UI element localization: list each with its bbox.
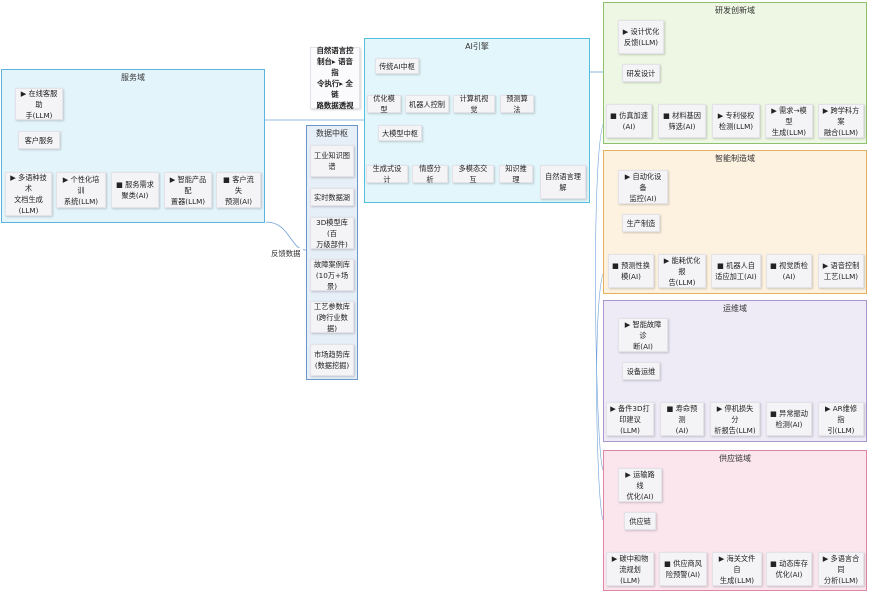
engine-large-item-1[interactable]: 情感分析: [412, 164, 448, 184]
customer-service-node[interactable]: 客户服务: [18, 131, 60, 149]
rd-top-node[interactable]: ▶ 设计优化 反馈(LLM): [618, 20, 664, 54]
ops-leaf-2[interactable]: ▶ 停机损失分 析报告(LLM): [710, 402, 760, 436]
feedback-line: [265, 221, 307, 251]
data-hub-item-3[interactable]: 故障案例库 (10万+场景): [310, 259, 354, 291]
ops-leaf-1[interactable]: ■ 寿命预测 (AI): [660, 402, 704, 436]
feedback-data-label: 反馈数据: [269, 248, 303, 259]
mfg-leaf-1[interactable]: ▶ 能耗优化报 告(LLM): [658, 254, 706, 288]
rd-leaf-2[interactable]: ▶ 专利侵权 检测(LLM): [712, 104, 760, 138]
engine-large-item-2[interactable]: 多模态交互: [452, 164, 494, 184]
ops-top-node[interactable]: ▶ 智能故障诊 断(AI): [618, 318, 668, 352]
supply-leaf-4[interactable]: ▶ 多语言合同 分析(LLM): [818, 552, 864, 586]
mfg-leaf-0[interactable]: ■ 预测性换 模(AI): [608, 254, 654, 288]
ops-domain-title: 运维域: [723, 304, 747, 313]
rd-leaf-0[interactable]: ■ 仿真加速 (AI): [606, 104, 652, 138]
engine-trad-item-2[interactable]: 计算机视觉: [453, 94, 495, 114]
ai-engine-title: AI引擎: [465, 42, 489, 51]
data-hub-item-2[interactable]: 3D模型库(百 万级部件): [310, 217, 354, 249]
supply-mid-node[interactable]: 供应链: [624, 512, 656, 530]
supply-leaf-3[interactable]: ■ 动态库存 优化(AI): [766, 552, 812, 586]
service-leaf-3[interactable]: ▶ 智能产品配 置器(LLM): [164, 172, 212, 208]
engine-large-item-0[interactable]: 生成式设计: [366, 164, 408, 184]
online-cs-assistant-node[interactable]: ▶ 在线客服助 手(LLM): [15, 88, 63, 120]
ops-leaf-3[interactable]: ■ 异常振动 检测(AI): [766, 402, 812, 436]
mfg-domain-title: 智能制造域: [715, 154, 755, 163]
rd-leaf-1[interactable]: ■ 材料基因 筛选(AI): [658, 104, 706, 138]
engine-large-item-3[interactable]: 知识推理: [499, 164, 533, 184]
supply-top-node[interactable]: ▶ 运输路线 优化(AI): [618, 468, 662, 502]
data-hub-item-0[interactable]: 工业知识图 谱: [310, 145, 354, 177]
service-domain-title: 服务域: [121, 73, 145, 82]
service-leaf-4[interactable]: ■ 客户流失 预测(AI): [216, 172, 261, 208]
console-banner: 自然语言控 制台▸ 语音指 令执行▸ 全链 路数据透视: [310, 46, 360, 110]
supply-leaf-1[interactable]: ■ 供应商风 险预警(AI): [659, 552, 707, 586]
mfg-leaf-3[interactable]: ■ 视觉质检 (AI): [766, 254, 812, 288]
rd-leaf-3[interactable]: ▶ 需求→模型 生成(LLM): [765, 104, 813, 138]
supply-domain-title: 供应链域: [719, 454, 751, 463]
rd-leaf-4[interactable]: ▶ 跨学科方案 融合(LLM): [818, 104, 864, 138]
large-model-hub-node[interactable]: 大模型中枢: [378, 125, 422, 141]
mfg-mid-node[interactable]: 生产制造: [622, 214, 660, 232]
data-hub-item-4[interactable]: 工艺参数库 (跨行业数据): [310, 301, 354, 333]
data-hub-title: 数据中枢: [316, 129, 348, 138]
engine-trad-item-3[interactable]: 预测算法: [500, 94, 534, 114]
engine-trad-item-0[interactable]: 优化模型: [367, 94, 401, 114]
engine-large-item-4[interactable]: 自然语言理 解: [540, 165, 586, 199]
ops-mid-node[interactable]: 设备运维: [622, 362, 660, 380]
data-hub-item-1[interactable]: 实时数据湖: [310, 188, 354, 206]
data-hub-item-5[interactable]: 市场趋势库 (数据挖掘): [310, 344, 354, 376]
traditional-ai-hub-node[interactable]: 传统AI中枢: [375, 58, 419, 74]
ops-leaf-0[interactable]: ▶ 备件3D打 印建议(LLM): [606, 402, 654, 436]
rd-mid-node[interactable]: 研发设计: [622, 64, 660, 82]
service-leaf-2[interactable]: ■ 服务需求 聚类(AI): [111, 172, 159, 208]
supply-leaf-2[interactable]: ▶ 海关文件自 生成(LLM): [712, 552, 762, 586]
service-leaf-0[interactable]: ▶ 多语种技术 文档生成 (LLM): [5, 172, 52, 216]
supply-leaf-0[interactable]: ▶ 碳中和物 流规划(LLM): [606, 552, 654, 586]
rd-domain-title: 研发创新域: [715, 6, 755, 15]
mfg-leaf-4[interactable]: ▶ 语音控制 工艺(LLM): [818, 254, 864, 288]
mfg-leaf-2[interactable]: ■ 机器人自 适应加工(AI): [711, 254, 761, 288]
mfg-top-node[interactable]: ▶ 自动化设备 监控(AI): [618, 170, 668, 204]
ops-leaf-4[interactable]: ▶ AR维修指 引(LLM): [818, 402, 864, 436]
engine-trad-item-1[interactable]: 机器人控制: [405, 95, 449, 113]
service-leaf-1[interactable]: ▶ 个性化培训 系统(LLM): [56, 172, 106, 208]
